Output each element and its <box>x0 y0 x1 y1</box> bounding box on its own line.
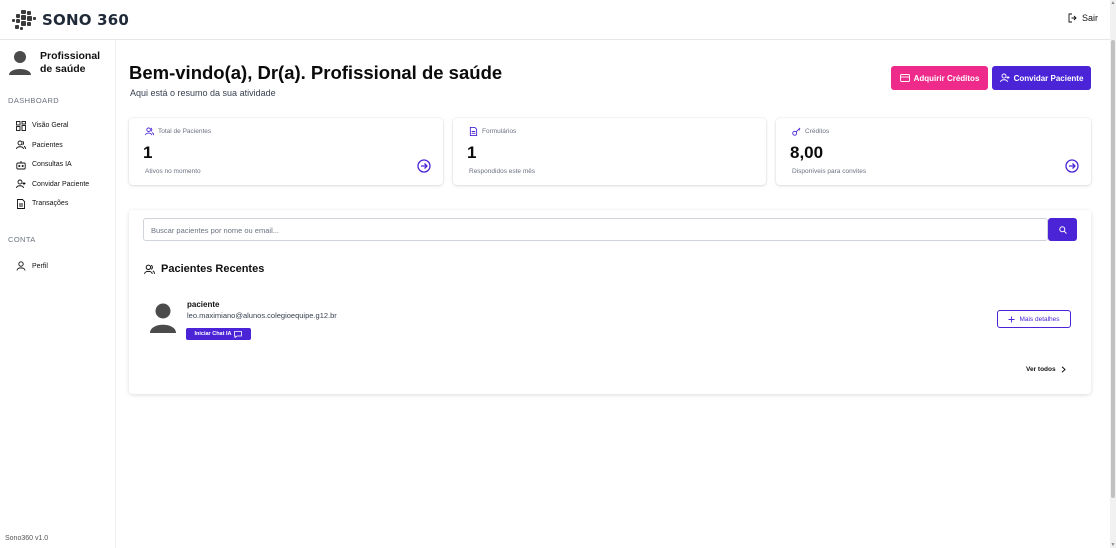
section-title-conta: CONTA <box>8 234 36 244</box>
stat-footer: Respondidos este mês <box>469 168 536 175</box>
arrow-right-circle-icon[interactable] <box>417 159 431 173</box>
start-chat-label: Iniciar Chat IA <box>194 331 232 337</box>
invite-patient-label: Convidar Paciente <box>1013 73 1084 83</box>
key-icon <box>792 127 801 136</box>
top-bar: SONO 360 Sair <box>0 0 1110 40</box>
plus-icon <box>1008 316 1015 322</box>
buy-credits-button[interactable]: Adquirir Créditos <box>891 66 988 90</box>
more-details-label: Mais detalhes <box>1019 315 1060 323</box>
users-icon <box>145 127 154 136</box>
search-icon <box>1058 225 1067 234</box>
section-title-dashboard: DASHBOARD <box>8 96 60 105</box>
recent-title-label: Pacientes Recentes <box>161 263 265 275</box>
sidebar-item-visao-geral[interactable]: Visão Geral <box>0 116 115 136</box>
user-plus-icon <box>999 73 1010 83</box>
stat-footer: Ativos no momento <box>145 168 201 175</box>
sidebar-item-perfil[interactable]: Perfil <box>0 257 115 277</box>
sidebar-item-label: Pacientes <box>32 141 63 149</box>
dashboard-nav: Visão Geral Pacientes Consultas IA Convi… <box>0 116 115 214</box>
more-details-button[interactable]: Mais detalhes <box>997 310 1071 328</box>
stat-title: Créditos <box>792 127 829 136</box>
sidebar: Profissional de saúde DASHBOARD Visão Ge… <box>0 40 116 548</box>
document-icon <box>469 127 478 136</box>
start-chat-button[interactable]: Iniciar Chat IA <box>186 328 251 340</box>
sidebar-item-consultas-ia[interactable]: Consultas IA <box>0 155 115 175</box>
see-all-label: Ver todos <box>1026 366 1056 373</box>
users-icon <box>16 140 26 150</box>
page-title: Bem-vindo(a), Dr(a). Profissional de saú… <box>129 62 503 83</box>
sidebar-item-transacoes[interactable]: Transações <box>0 194 115 214</box>
stat-title: Total de Pacientes <box>145 127 211 136</box>
sidebar-item-label: Visão Geral <box>32 122 69 130</box>
stat-value: 1 <box>467 143 477 162</box>
scrollbar[interactable]: ▲ ▼ <box>1110 0 1116 548</box>
avatar-icon <box>9 51 31 75</box>
user-icon <box>16 261 26 271</box>
sidebar-item-label: Transações <box>32 200 69 208</box>
invite-patient-button[interactable]: Convidar Paciente <box>992 66 1091 90</box>
logout-button[interactable]: Sair <box>1068 13 1098 23</box>
sidebar-user[interactable]: Profissional de saúde <box>0 40 115 76</box>
bot-icon <box>16 160 26 170</box>
scroll-up-icon[interactable]: ▲ <box>1110 0 1116 6</box>
stat-footer: Disponíveis para convites <box>792 168 867 175</box>
see-all-link[interactable]: Ver todos <box>1026 366 1066 373</box>
users-icon <box>144 264 155 274</box>
app-version: Sono360 v1.0 <box>5 535 49 542</box>
sidebar-item-label: Consultas IA <box>32 161 72 169</box>
account-nav: Perfil <box>0 257 115 277</box>
logo-icon <box>12 9 36 30</box>
logout-icon <box>1068 13 1077 23</box>
user-name: Profissional de saúde <box>40 50 101 75</box>
search-input[interactable]: Buscar pacientes por nome ou email... <box>143 218 1048 241</box>
stat-title-label: Formulários <box>482 128 517 135</box>
stat-title-label: Créditos <box>805 128 830 135</box>
chevron-right-icon <box>1061 366 1066 373</box>
sidebar-item-label: Convidar Paciente <box>32 180 90 188</box>
document-icon <box>17 198 25 209</box>
scrollbar-thumb[interactable] <box>1111 40 1115 498</box>
arrow-right-circle-icon[interactable] <box>1065 159 1079 173</box>
logo[interactable]: SONO 360 <box>12 8 129 32</box>
stat-title-label: Total de Pacientes <box>158 128 212 135</box>
sidebar-item-pacientes[interactable]: Pacientes <box>0 136 115 156</box>
user-plus-icon <box>16 179 26 189</box>
patient-name[interactable]: paciente <box>187 300 219 309</box>
stat-card-credits: Créditos 8,00 Disponíveis para convites <box>776 118 1091 185</box>
stat-card-forms: Formulários 1 Respondidos este mês <box>453 118 766 185</box>
buy-credits-label: Adquirir Créditos <box>913 73 980 83</box>
sidebar-item-label: Perfil <box>32 262 48 270</box>
patients-panel: Buscar pacientes por nome ou email... Pa… <box>129 210 1091 394</box>
patient-email: leo.maximiano@alunos.colegioequipe.g12.b… <box>187 311 337 320</box>
scroll-down-icon[interactable]: ▼ <box>1110 542 1116 548</box>
credit-card-icon <box>899 74 910 82</box>
sidebar-item-convidar-paciente[interactable]: Convidar Paciente <box>0 175 115 195</box>
patient-avatar-icon <box>150 303 176 333</box>
stat-value: 1 <box>143 143 153 162</box>
stat-title: Formulários <box>469 127 516 136</box>
stat-card-patients: Total de Pacientes 1 Ativos no momento <box>129 118 443 185</box>
chat-icon <box>234 330 243 338</box>
grid-icon <box>16 120 26 131</box>
page-subtitle: Aqui está o resumo da sua atividade <box>130 88 276 98</box>
stat-value: 8,00 <box>790 143 824 162</box>
app-name: SONO 360 <box>42 10 129 29</box>
logout-label: Sair <box>1081 13 1098 23</box>
recent-patients-title: Pacientes Recentes <box>144 263 264 275</box>
search-button[interactable] <box>1048 218 1077 241</box>
